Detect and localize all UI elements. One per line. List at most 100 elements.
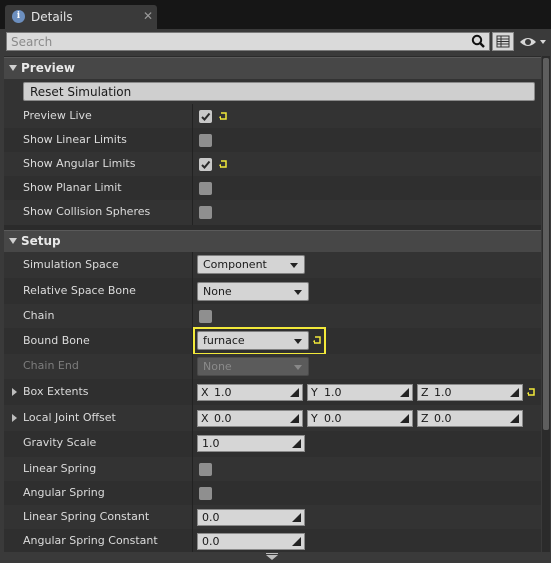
property-matrix-icon	[496, 35, 510, 48]
checkbox-show-collision-spheres[interactable]	[199, 206, 212, 219]
checkbox-show-planar-limit[interactable]	[199, 182, 212, 195]
property-label: Show Planar Limit	[23, 181, 122, 194]
property-label: Angular Spring	[23, 486, 105, 499]
box-extents-y-field[interactable]: Y 1.0	[307, 384, 413, 401]
property-row-bound-bone: Bound Bone furnace	[4, 328, 541, 354]
property-row-angular-spring-constant: Angular Spring Constant 0.0	[4, 529, 541, 552]
property-label: Simulation Space	[23, 258, 119, 271]
search-input[interactable]	[11, 34, 466, 49]
info-icon: i	[12, 10, 25, 23]
property-matrix-button[interactable]	[492, 32, 514, 51]
expand-arrow-icon[interactable]	[12, 414, 17, 422]
collapse-arrow-icon	[9, 65, 17, 71]
expand-arrow-icon[interactable]	[12, 388, 17, 396]
angular-spring-constant-field[interactable]: 0.0	[197, 533, 305, 550]
property-row-chain-end: Chain End None	[4, 354, 541, 379]
box-extents-z-field[interactable]: Z 1.0	[417, 384, 523, 401]
tab-details[interactable]: i Details ✕	[5, 5, 157, 29]
property-label: Bound Bone	[23, 334, 90, 347]
reset-to-default-icon[interactable]	[526, 387, 537, 398]
property-row-show-collision-spheres: Show Collision Spheres	[4, 200, 541, 225]
reset-to-default-icon[interactable]	[218, 159, 229, 170]
linear-spring-constant-field[interactable]: 0.0	[197, 509, 305, 526]
scrollbar-thumb[interactable]	[543, 58, 549, 430]
eye-icon	[520, 38, 546, 46]
checkbox-show-angular-limits[interactable]	[199, 158, 212, 171]
category-preview[interactable]: Preview	[4, 57, 541, 79]
category-label: Preview	[21, 61, 76, 75]
scroll-more-line	[266, 553, 278, 554]
property-label: Local Joint Offset	[23, 411, 116, 424]
checkbox-linear-spring[interactable]	[199, 463, 212, 476]
reset-simulation-button[interactable]: Reset Simulation	[23, 82, 535, 101]
property-row-angular-spring: Angular Spring	[4, 481, 541, 505]
drag-handle-icon[interactable]	[292, 439, 301, 448]
property-label: Preview Live	[23, 109, 92, 122]
property-label: Relative Space Bone	[23, 284, 136, 297]
property-row-relative-space-bone: Relative Space Bone None	[4, 278, 541, 304]
property-label: Show Linear Limits	[23, 133, 127, 146]
reset-simulation-row: Reset Simulation	[4, 79, 541, 104]
property-label: Angular Spring Constant	[23, 534, 158, 547]
property-row-gravity-scale: Gravity Scale 1.0	[4, 431, 541, 457]
chain-end-dropdown: None	[197, 357, 309, 376]
chevron-down-icon	[290, 263, 298, 268]
local-joint-offset-y-field[interactable]: Y 0.0	[307, 410, 413, 427]
box-extents-x-field[interactable]: X 1.0	[197, 384, 303, 401]
property-label: Chain End	[23, 359, 79, 372]
local-joint-offset-x-field[interactable]: X 0.0	[197, 410, 303, 427]
gravity-scale-field[interactable]: 1.0	[197, 435, 305, 452]
property-label: Chain	[23, 309, 55, 322]
scroll-more-arrow-icon[interactable]	[266, 555, 278, 560]
property-row-chain: Chain	[4, 304, 541, 328]
property-row-simulation-space: Simulation Space Component	[4, 252, 541, 278]
bound-bone-dropdown[interactable]: furnace	[197, 331, 309, 350]
chevron-down-icon	[294, 290, 302, 295]
property-label: Show Angular Limits	[23, 157, 136, 170]
property-row-show-angular-limits: Show Angular Limits	[4, 152, 541, 176]
drag-handle-icon[interactable]	[510, 414, 519, 423]
property-row-preview-live: Preview Live	[4, 104, 541, 128]
property-row-linear-spring-constant: Linear Spring Constant 0.0	[4, 505, 541, 529]
property-row-box-extents: Box Extents X 1.0 Y 1.0 Z 1.0	[4, 379, 541, 405]
property-row-linear-spring: Linear Spring	[4, 457, 541, 481]
search-box	[6, 32, 490, 51]
vertical-scrollbar[interactable]	[542, 56, 550, 552]
magnifier-icon[interactable]	[471, 34, 485, 48]
checkbox-preview-live[interactable]	[199, 110, 212, 123]
drag-handle-icon[interactable]	[400, 388, 409, 397]
chevron-down-icon	[294, 365, 302, 370]
property-row-show-linear-limits: Show Linear Limits	[4, 128, 541, 152]
drag-handle-icon[interactable]	[510, 388, 519, 397]
drag-handle-icon[interactable]	[292, 537, 301, 546]
reset-to-default-icon[interactable]	[312, 335, 323, 346]
property-row-local-joint-offset: Local Joint Offset X 0.0 Y 0.0 Z 0.0	[4, 405, 541, 431]
chevron-down-icon	[294, 339, 302, 344]
drag-handle-icon[interactable]	[292, 513, 301, 522]
checkbox-chain[interactable]	[199, 310, 212, 323]
property-label: Gravity Scale	[23, 436, 97, 449]
property-row-show-planar-limit: Show Planar Limit	[4, 176, 541, 200]
property-label: Linear Spring	[23, 462, 97, 475]
collapse-arrow-icon	[9, 238, 17, 244]
relative-space-bone-dropdown[interactable]: None	[197, 282, 309, 301]
drag-handle-icon[interactable]	[400, 414, 409, 423]
visibility-options-button[interactable]	[518, 33, 548, 51]
checkbox-angular-spring[interactable]	[199, 487, 212, 500]
local-joint-offset-z-field[interactable]: Z 0.0	[417, 410, 523, 427]
reset-to-default-icon[interactable]	[218, 111, 229, 122]
tab-bar: i Details ✕	[0, 0, 551, 30]
property-list[interactable]: Preview Reset Simulation Preview Live Sh…	[4, 56, 541, 552]
simulation-space-dropdown[interactable]: Component	[197, 255, 305, 274]
property-label: Linear Spring Constant	[23, 510, 150, 523]
tab-title: Details	[31, 10, 73, 24]
category-setup[interactable]: Setup	[4, 230, 541, 252]
close-tab-icon[interactable]: ✕	[143, 9, 153, 23]
drag-handle-icon[interactable]	[290, 414, 299, 423]
property-label: Show Collision Spheres	[23, 205, 151, 218]
checkmark-icon	[201, 160, 211, 169]
details-panel: Preview Reset Simulation Preview Live Sh…	[0, 29, 551, 563]
drag-handle-icon[interactable]	[290, 388, 299, 397]
category-label: Setup	[21, 234, 61, 248]
checkbox-show-linear-limits[interactable]	[199, 134, 212, 147]
